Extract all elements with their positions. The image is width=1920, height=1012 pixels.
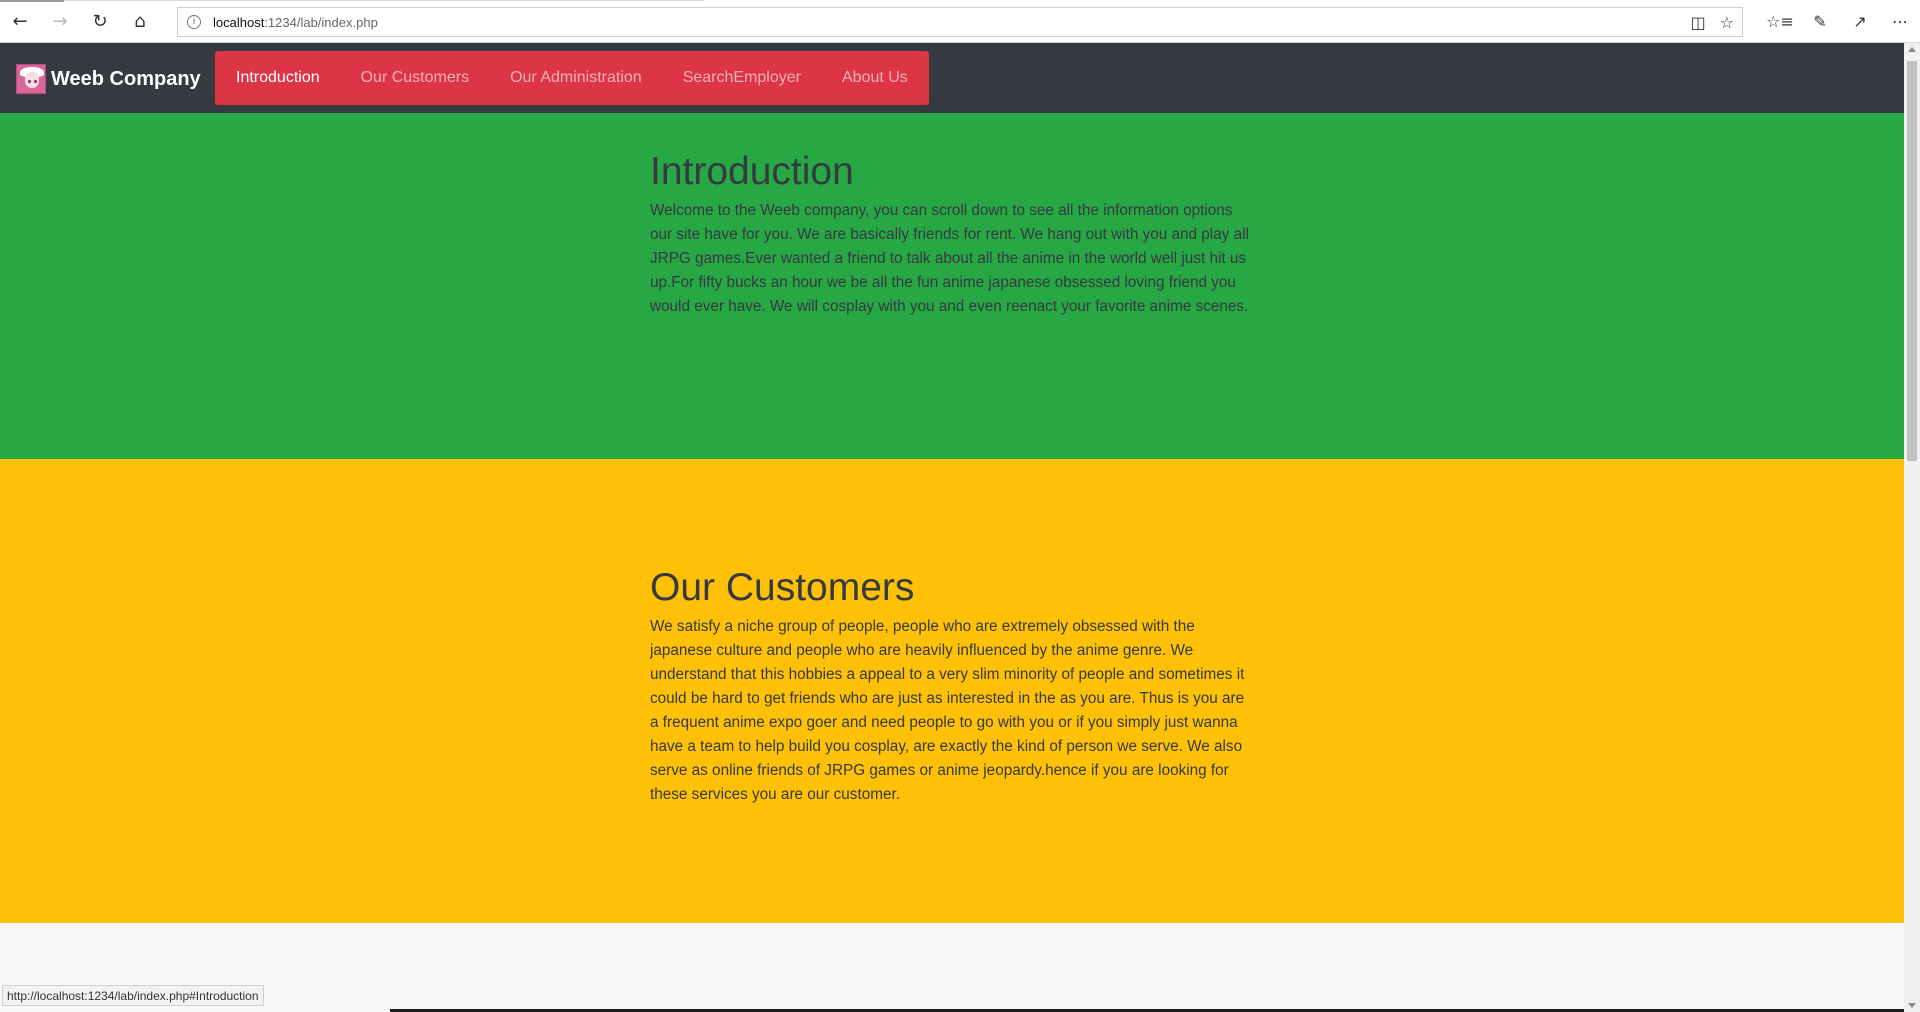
site-info-icon[interactable]: i [187,15,201,29]
tab-indicator [0,0,64,2]
introduction-section: Introduction Welcome to the Weeb company… [0,113,1904,459]
nav-link-our-customers[interactable]: Our Customers [361,69,469,87]
browser-tools: ☆≡ ✎ ↗ ⋯ [1760,0,1920,43]
status-bar-url: http://localhost:1234/lab/index.php#Intr… [2,985,264,1006]
customers-title: Our Customers [650,566,915,609]
introduction-title: Introduction [650,150,854,193]
reading-view-icon[interactable]: ◫ [1691,13,1706,32]
customers-section: Our Customers We satisfy a niche group o… [0,459,1904,923]
nav-link-about-us[interactable]: About Us [842,69,908,87]
brand[interactable]: Weeb Company [16,64,201,94]
pen-icon[interactable]: ✎ [1800,12,1840,31]
url-text[interactable]: localhost:1234/lab/index.php [213,15,378,30]
tab-strip-line [64,0,704,1]
back-arrow-icon[interactable]: ← [0,0,40,43]
nav-links: Introduction Our Customers Our Administr… [215,51,929,105]
customers-content: Our Customers We satisfy a niche group o… [650,565,1255,807]
home-icon[interactable]: ⌂ [120,0,160,43]
nav-link-introduction[interactable]: Introduction [236,69,320,87]
customers-body: We satisfy a niche group of people, peop… [650,618,1245,803]
forward-arrow-icon[interactable]: → [40,0,80,43]
share-icon[interactable]: ↗ [1840,12,1880,31]
nav-link-our-administration[interactable]: Our Administration [510,69,642,87]
introduction-body: Welcome to the Weeb company, you can scr… [650,202,1249,315]
browser-toolbar: ← → ↻ ⌂ i localhost:1234/lab/index.php ◫… [0,0,1920,43]
address-bar[interactable]: i localhost:1234/lab/index.php ◫ ☆ [177,7,1743,37]
address-bar-actions: ◫ ☆ [1691,8,1734,36]
page-scrollbar[interactable] [1904,43,1920,1012]
next-section [0,923,1904,1012]
page-viewport: Weeb Company Introduction Our Customers … [0,43,1904,1012]
brand-name: Weeb Company [51,67,201,90]
url-path: :1234/lab/index.php [264,14,378,30]
site-navbar: Weeb Company Introduction Our Customers … [0,43,1904,113]
nav-link-search-employer[interactable]: SearchEmployer [683,69,801,87]
refresh-icon[interactable]: ↻ [80,0,120,43]
favorites-list-icon[interactable]: ☆≡ [1760,12,1800,31]
brand-logo-icon [16,64,46,94]
scroll-thumb[interactable] [1907,61,1917,461]
scroll-down-icon[interactable] [1908,1003,1916,1008]
introduction-content: Introduction Welcome to the Weeb company… [650,149,1255,319]
url-host: localhost [213,14,265,30]
more-menu-icon[interactable]: ⋯ [1880,12,1920,31]
favorite-star-icon[interactable]: ☆ [1720,13,1734,32]
scroll-up-icon[interactable] [1908,47,1916,52]
